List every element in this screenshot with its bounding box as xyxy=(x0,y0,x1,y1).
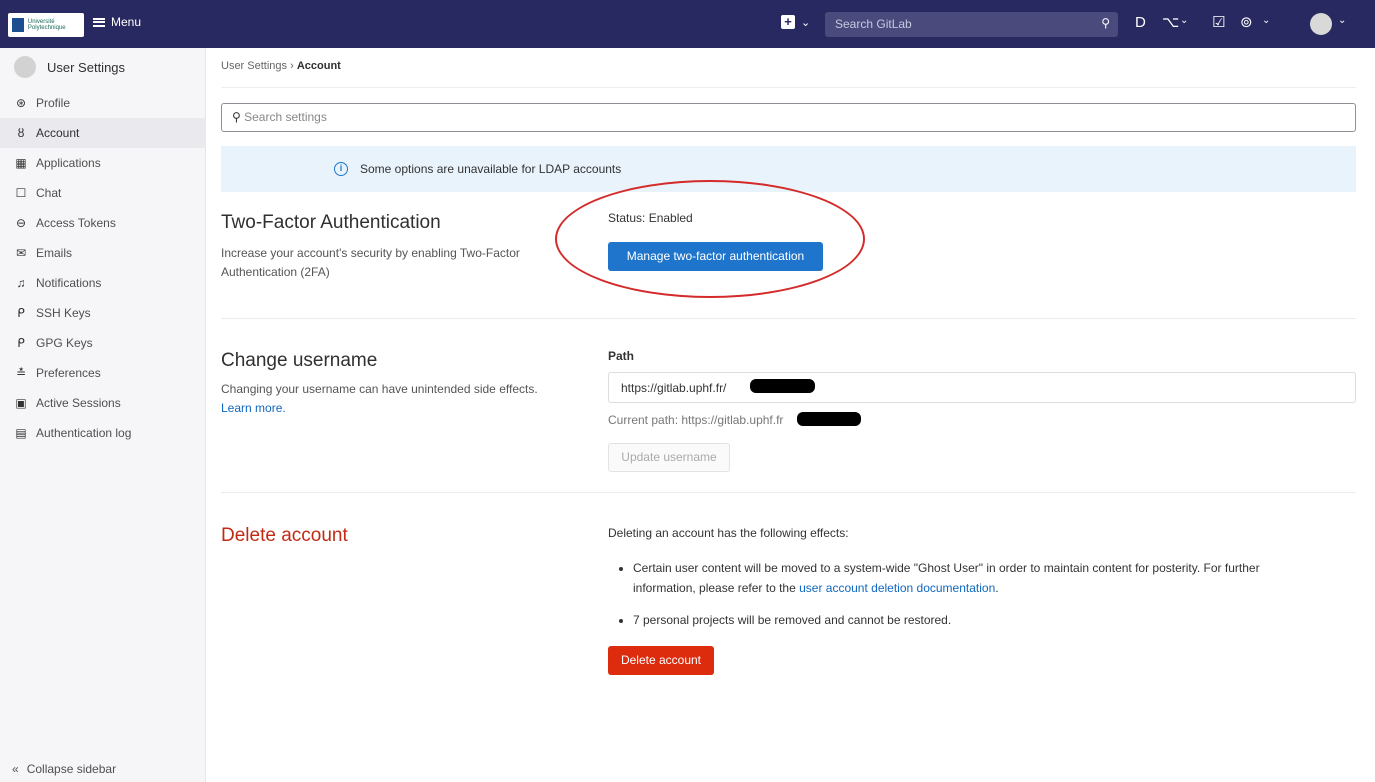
sidebar-item-label: Authentication log xyxy=(36,426,132,440)
sidebar-item-label: Emails xyxy=(36,246,73,260)
todos-icon[interactable]: ☑ xyxy=(1212,14,1225,32)
sidebar-item-label: Active Sessions xyxy=(36,396,121,410)
chevron-down-icon: ⌄ xyxy=(801,16,811,29)
account-icon: ȣ xyxy=(17,126,25,140)
sidebar-item-label: Profile xyxy=(36,96,71,110)
sidebar-item-label: Applications xyxy=(36,156,101,170)
sidebar-title: User Settings xyxy=(47,59,126,75)
sidebar-item-ssh-keys[interactable]: ᑭ SSH Keys xyxy=(0,298,206,328)
ldap-info-banner: i Some options are unavailable for LDAP … xyxy=(221,146,1356,192)
sidebar-item-label: Preferences xyxy=(36,366,101,380)
delete-account-button[interactable]: Delete account xyxy=(608,646,714,675)
sidebar-item-label: Account xyxy=(36,126,80,140)
sidebar-item-label: Notifications xyxy=(36,276,102,290)
token-icon: ⊖ xyxy=(15,216,27,230)
double-chevron-left-icon: « xyxy=(12,762,19,776)
banner-text: Some options are unavailable for LDAP ac… xyxy=(360,162,622,176)
change-username-text: Changing your username can have unintend… xyxy=(221,382,538,396)
merge-requests-icon[interactable]: ⌥ xyxy=(1162,14,1179,32)
logo-mark-icon xyxy=(12,18,24,32)
delete-intro: Deleting an account has the following ef… xyxy=(608,526,849,540)
key-icon: ᑭ xyxy=(17,306,25,320)
sidebar-item-authentication-log[interactable]: ▤ Authentication log xyxy=(0,418,206,448)
avatar xyxy=(14,56,36,78)
sidebar-item-account[interactable]: ȣ Account xyxy=(0,118,206,148)
search-placeholder: Search GitLab xyxy=(835,17,912,31)
sidebar-item-notifications[interactable]: ♫ Notifications xyxy=(0,268,206,298)
bell-icon: ♫ xyxy=(16,276,26,290)
sidebar-item-label: SSH Keys xyxy=(36,306,91,320)
sidebar-item-chat[interactable]: ☐ Chat xyxy=(0,178,206,208)
breadcrumb: User Settings › Account xyxy=(221,60,341,72)
two-factor-title: Two-Factor Authentication xyxy=(221,212,441,233)
list-item: 7 personal projects will be removed and … xyxy=(633,610,1323,630)
two-factor-description: Increase your account's security by enab… xyxy=(221,246,520,279)
sidebar-item-emails[interactable]: ✉ Emails xyxy=(0,238,206,268)
sidebar-item-active-sessions[interactable]: ▣ Active Sessions xyxy=(0,388,206,418)
sidebar-item-label: Access Tokens xyxy=(36,216,116,230)
list-item: Certain user content will be moved to a … xyxy=(633,558,1323,598)
redaction-mark xyxy=(797,412,861,426)
sidebar-item-profile[interactable]: ⊛ Profile xyxy=(0,88,206,118)
search-gitlab-input[interactable]: Search GitLab ⚲ xyxy=(825,12,1118,37)
top-navbar: Université Polytechnique Menu + ⌄ Search… xyxy=(0,0,1375,48)
chevron-down-icon[interactable]: ⌄ xyxy=(1180,15,1188,26)
applications-icon: ▦ xyxy=(15,156,27,170)
info-icon: i xyxy=(334,162,348,176)
collapse-sidebar-button[interactable]: « Collapse sidebar xyxy=(12,762,116,776)
sidebar-header[interactable]: User Settings xyxy=(14,56,125,78)
collapse-sidebar-label: Collapse sidebar xyxy=(26,762,117,776)
log-icon: ▤ xyxy=(15,426,27,440)
update-username-button[interactable]: Update username xyxy=(608,443,730,472)
sidebar-item-applications[interactable]: ▦ Applications xyxy=(0,148,206,178)
sidebar-item-gpg-keys[interactable]: ᑭ GPG Keys xyxy=(0,328,206,358)
key-icon: ᑭ xyxy=(17,336,25,350)
menu-button[interactable]: Menu xyxy=(93,15,141,29)
divider xyxy=(221,318,1356,319)
issues-icon[interactable]: D xyxy=(1135,14,1146,32)
chevron-down-icon[interactable]: ⌄ xyxy=(1338,15,1346,26)
search-settings-input[interactable]: ⚲ Search settings xyxy=(221,103,1356,132)
search-icon: ⚲ xyxy=(232,110,245,124)
redaction-mark xyxy=(750,379,815,393)
change-username-description: Changing your username can have unintend… xyxy=(221,380,561,418)
plus-icon: + xyxy=(781,15,795,29)
settings-sidebar: User Settings ⊛ Profile ȣ Account ▦ Applicati… xyxy=(0,48,206,782)
sidebar-item-label: Chat xyxy=(36,186,62,200)
menu-label: Menu xyxy=(111,15,142,29)
breadcrumb-current: Account xyxy=(296,60,341,72)
sidebar-item-label: GPG Keys xyxy=(36,336,93,350)
annotation-circle xyxy=(555,180,865,298)
delete-account-title: Delete account xyxy=(221,525,348,546)
logo-text: Université Polytechnique xyxy=(27,19,66,31)
new-dropdown-button[interactable]: + ⌄ xyxy=(781,15,810,29)
preferences-icon: ≛ xyxy=(15,366,27,380)
change-username-title: Change username xyxy=(221,350,378,371)
divider xyxy=(221,492,1356,493)
search-settings-placeholder: Search settings xyxy=(244,110,327,124)
breadcrumb-parent[interactable]: User Settings xyxy=(221,60,287,72)
delete-effects-list: Certain user content will be moved to a … xyxy=(633,558,1323,642)
university-logo[interactable]: Université Polytechnique xyxy=(8,13,84,37)
path-input[interactable]: https://gitlab.uphf.fr/ xyxy=(608,372,1356,403)
sidebar-item-preferences[interactable]: ≛ Preferences xyxy=(0,358,206,388)
breadcrumb-separator: › xyxy=(290,60,297,72)
sidebar-item-access-tokens[interactable]: ⊖ Access Tokens xyxy=(0,208,206,238)
learn-more-link[interactable]: Learn more. xyxy=(221,401,286,415)
deletion-docs-link[interactable]: user account deletion documentation xyxy=(799,581,995,595)
path-prefix: https://gitlab.uphf.fr/ xyxy=(621,381,727,395)
profile-icon: ⊛ xyxy=(15,96,27,110)
current-path: Current path: https://gitlab.uphf.fr xyxy=(608,413,784,427)
email-icon: ✉ xyxy=(15,246,27,260)
monitor-icon: ▣ xyxy=(15,396,27,410)
divider xyxy=(221,87,1356,88)
path-label: Path xyxy=(608,349,635,363)
help-icon[interactable]: ⊚ xyxy=(1240,14,1253,32)
hamburger-icon xyxy=(93,17,105,27)
chevron-down-icon[interactable]: ⌄ xyxy=(1262,15,1270,26)
search-icon: ⚲ xyxy=(1101,16,1110,30)
chat-icon: ☐ xyxy=(15,186,27,200)
user-avatar[interactable] xyxy=(1310,13,1332,35)
